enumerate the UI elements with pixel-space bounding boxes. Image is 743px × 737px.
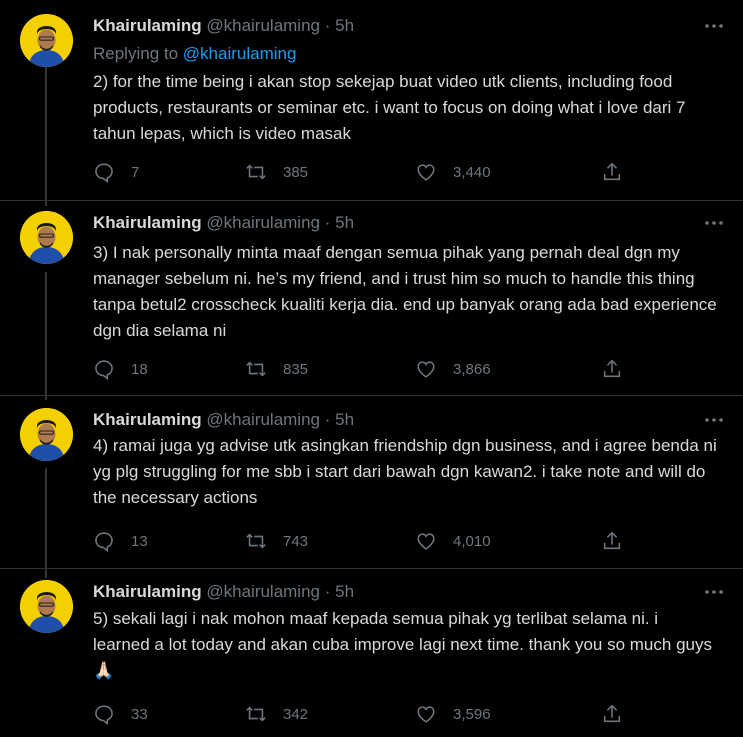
heart-icon	[417, 164, 435, 181]
avatar[interactable]	[20, 580, 73, 633]
tweet[interactable]: Khairulaming @khairulaming · 5h 3) I nak…	[0, 211, 743, 395]
retweet-button[interactable]: 743	[245, 529, 308, 553]
reply-button[interactable]: 7	[93, 160, 139, 184]
like-button[interactable]: 3,596	[415, 702, 491, 726]
timestamp[interactable]: 5h	[335, 582, 354, 601]
separator-dot: ·	[324, 16, 331, 35]
retweet-count: 385	[283, 163, 309, 181]
share-icon	[603, 359, 621, 378]
display-name[interactable]: Khairulaming	[93, 410, 202, 429]
like-count: 3,866	[453, 360, 491, 378]
reply-button[interactable]: 18	[93, 357, 148, 381]
reply-icon	[95, 360, 113, 380]
tweet-text: 4) ramai juga yg advise utk asingkan fri…	[93, 436, 717, 507]
tweet-actions: 7 385 3,440	[93, 160, 633, 184]
username[interactable]: @khairulaming	[206, 410, 320, 429]
tweet-text: 5) sekali lagi i nak mohon maaf kepada s…	[93, 609, 712, 680]
tweet[interactable]: Khairulaming @khairulaming · 5h Replying…	[0, 14, 743, 200]
divider	[0, 568, 743, 569]
reply-icon	[95, 163, 113, 183]
separator-dot: ·	[324, 213, 331, 232]
mention-link[interactable]: @khairulaming	[183, 44, 297, 63]
display-name[interactable]: Khairulaming	[93, 213, 202, 232]
retweet-count: 835	[283, 360, 309, 378]
like-button[interactable]: 3,866	[415, 357, 491, 381]
tweet-header: Khairulaming @khairulaming · 5h	[93, 580, 354, 604]
reply-button[interactable]: 33	[93, 702, 148, 726]
share-icon	[603, 704, 621, 723]
retweet-button[interactable]: 342	[245, 702, 308, 726]
tweet-actions: 33 342 3,596	[93, 702, 633, 726]
reply-icon	[95, 705, 113, 725]
separator-dot: ·	[324, 582, 331, 601]
avatar[interactable]	[20, 211, 73, 264]
display-name[interactable]: Khairulaming	[93, 16, 202, 35]
tweet[interactable]: Khairulaming @khairulaming · 5h 4) ramai…	[0, 408, 743, 568]
reply-count: 7	[131, 163, 140, 181]
like-count: 4,010	[453, 532, 491, 550]
retweet-button[interactable]: 385	[245, 160, 308, 184]
like-count: 3,596	[453, 705, 491, 723]
tweet[interactable]: Khairulaming @khairulaming · 5h 5) sekal…	[0, 580, 743, 737]
timestamp[interactable]: 5h	[335, 16, 354, 35]
reply-button[interactable]: 13	[93, 529, 148, 553]
avatar[interactable]	[20, 408, 73, 461]
retweet-button[interactable]: 835	[245, 357, 308, 381]
avatar[interactable]	[20, 14, 73, 67]
heart-icon	[417, 361, 435, 378]
tweet-header: Khairulaming @khairulaming · 5h	[93, 14, 354, 38]
more-options-icon[interactable]	[703, 582, 725, 602]
more-options-icon[interactable]	[703, 16, 725, 36]
share-button[interactable]	[601, 160, 623, 184]
like-button[interactable]: 4,010	[415, 529, 491, 553]
like-count: 3,440	[453, 163, 491, 181]
tweet-text: 3) I nak personally minta maaf dengan se…	[93, 243, 717, 340]
reply-icon	[95, 532, 113, 552]
retweet-icon	[246, 706, 266, 722]
like-button[interactable]: 3,440	[415, 160, 491, 184]
reply-count: 13	[131, 532, 148, 550]
timestamp[interactable]: 5h	[335, 410, 354, 429]
username[interactable]: @khairulaming	[206, 16, 320, 35]
tweet-actions: 13 743 4,010	[93, 529, 633, 553]
heart-icon	[417, 533, 435, 550]
retweet-count: 342	[283, 705, 309, 723]
share-icon	[603, 162, 621, 181]
more-options-icon[interactable]	[703, 410, 725, 430]
tweet-header: Khairulaming @khairulaming · 5h	[93, 211, 354, 235]
retweet-icon	[246, 533, 266, 549]
timestamp[interactable]: 5h	[335, 213, 354, 232]
username[interactable]: @khairulaming	[206, 213, 320, 232]
retweet-icon	[246, 164, 266, 180]
tweet-header: Khairulaming @khairulaming · 5h	[93, 408, 354, 432]
share-button[interactable]	[601, 702, 623, 726]
reply-count: 18	[131, 360, 148, 378]
retweet-count: 743	[283, 532, 309, 550]
heart-icon	[417, 706, 435, 723]
tweet-text: 2) for the time being i akan stop sekeja…	[93, 72, 686, 143]
share-button[interactable]	[601, 357, 623, 381]
share-icon	[603, 531, 621, 550]
share-button[interactable]	[601, 529, 623, 553]
replying-to-label: Replying to	[93, 44, 183, 63]
more-options-icon[interactable]	[703, 213, 725, 233]
tweet-actions: 18 835 3,866	[93, 357, 633, 381]
separator-dot: ·	[324, 410, 331, 429]
replying-to: Replying to @khairulaming	[93, 42, 296, 66]
divider	[0, 200, 743, 201]
username[interactable]: @khairulaming	[206, 582, 320, 601]
divider	[0, 395, 743, 396]
display-name[interactable]: Khairulaming	[93, 582, 202, 601]
reply-count: 33	[131, 705, 148, 723]
retweet-icon	[246, 361, 266, 377]
